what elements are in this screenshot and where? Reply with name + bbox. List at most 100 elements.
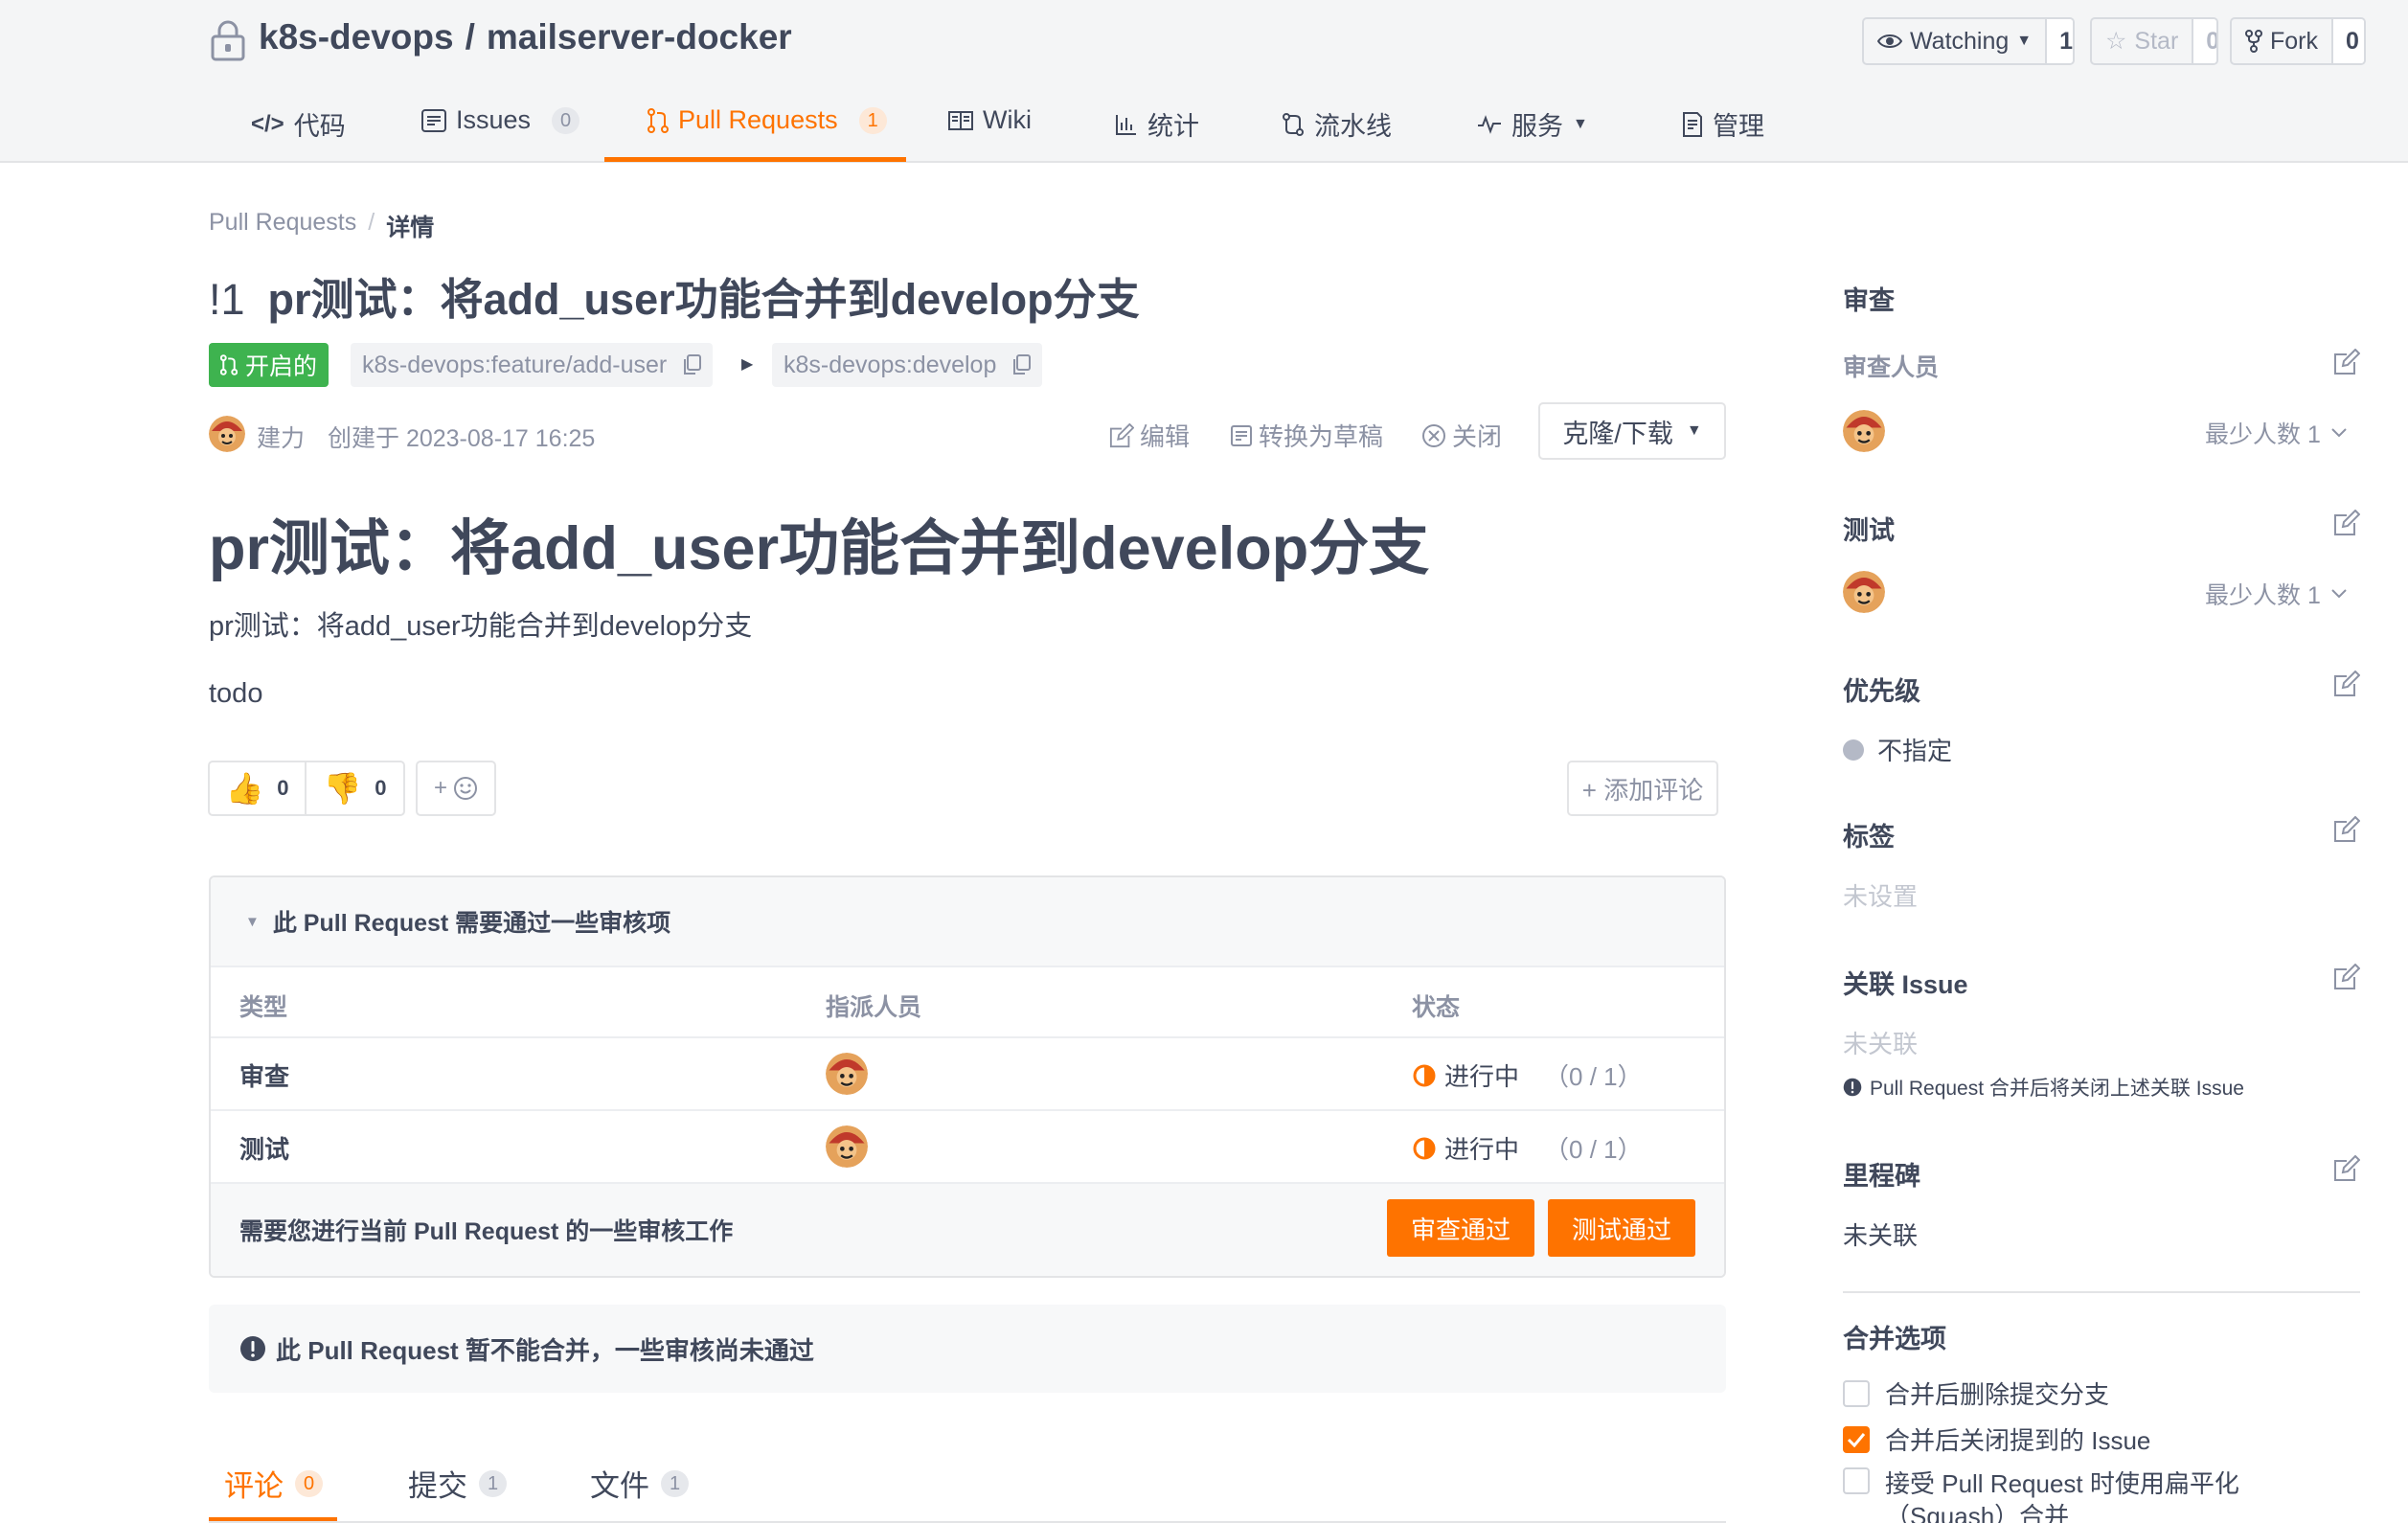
caret-down-icon: ▼ <box>1686 422 1702 439</box>
chevron-down-icon <box>2330 427 2348 439</box>
reviewer-avatar[interactable] <box>1843 410 1885 452</box>
code-icon: </> <box>251 110 284 137</box>
pr-number: !1 <box>209 275 245 324</box>
tab-commits[interactable]: 提交 1 <box>408 1462 508 1505</box>
breadcrumb: Pull Requests / 详情 <box>209 209 435 243</box>
pr-body-heading: pr测试：将add_user功能合并到develop分支 <box>209 515 1430 582</box>
tab-settings[interactable]: 管理 <box>1682 105 1764 143</box>
tab-files[interactable]: 文件 1 <box>590 1462 690 1505</box>
reviewers-label: 审查人员 <box>1843 354 1940 381</box>
issues-count-badge: 0 <box>552 106 580 134</box>
tab-comments[interactable]: 评论 0 <box>224 1462 324 1505</box>
edit-milestone-icon[interactable] <box>2333 1155 2360 1182</box>
priority-value: 不指定 <box>1843 732 1952 767</box>
pr-title: pr测试：将add_user功能合并到develop分支 <box>267 275 1140 324</box>
convert-draft-button[interactable]: 转换为草稿 <box>1230 418 1383 453</box>
exclamation-icon <box>239 1335 266 1362</box>
star-button[interactable]: ☆ Star 0 <box>2090 17 2218 65</box>
fork-button[interactable]: Fork 0 <box>2230 17 2366 65</box>
status-in-progress: 进行中 （0 / 1） <box>1412 1057 1643 1093</box>
book-icon <box>948 110 973 131</box>
reactions: 👍 0 👎 0 <box>208 761 405 816</box>
review-table-header: 类型 指派人员 状态 <box>211 967 1724 1038</box>
pr-body-text: pr测试：将add_user功能合并到develop分支 <box>209 611 753 642</box>
author-name[interactable]: 建力 <box>257 420 305 454</box>
tab-pull-requests[interactable]: Pull Requests 1 <box>647 105 887 135</box>
table-row: 测试 进行中 （0 / 1） <box>211 1111 1724 1184</box>
clone-download-button[interactable]: 克隆/下载 ▼ <box>1538 402 1726 460</box>
checkbox-unchecked[interactable] <box>1843 1467 1870 1494</box>
edit-testers-icon[interactable] <box>2333 510 2360 536</box>
repo-separator: / <box>465 17 475 57</box>
merge-option-close-issue[interactable]: 合并后关闭提到的 Issue <box>1843 1421 2150 1457</box>
edit-reviewers-icon[interactable] <box>2333 349 2360 375</box>
tab-services[interactable]: 服务 ▼ <box>1477 105 1588 143</box>
merge-option-squash[interactable]: 接受 Pull Request 时使用扁平化（Squash）合并 <box>1843 1467 2249 1523</box>
repo-owner-link[interactable]: k8s-devops <box>259 17 454 57</box>
draft-icon <box>1230 424 1253 447</box>
edit-icon <box>1109 422 1134 448</box>
tester-avatar[interactable] <box>1843 571 1885 613</box>
tab-stats[interactable]: 统计 <box>1115 105 1199 143</box>
page-title: !1 pr测试：将add_user功能合并到develop分支 <box>209 264 1140 327</box>
source-branch[interactable]: k8s-devops:feature/add-user <box>351 343 714 387</box>
lock-icon <box>209 19 247 61</box>
edit-priority-icon[interactable] <box>2333 671 2360 697</box>
sidebar-review-title: 审查 <box>1843 286 1895 315</box>
checkbox-unchecked[interactable] <box>1843 1379 1870 1407</box>
linked-issue-note: Pull Request 合并后将关闭上述关联 Issue <box>1843 1073 2244 1102</box>
tab-pipeline[interactable]: 流水线 <box>1282 105 1392 143</box>
approve-review-button[interactable]: 审查通过 <box>1387 1199 1534 1257</box>
caret-down-icon: ▼ <box>1573 115 1588 132</box>
review-box-header[interactable]: ▼ 此 Pull Request 需要通过一些审核项 <box>211 877 1724 967</box>
edit-button[interactable]: 编辑 <box>1109 418 1190 453</box>
close-circle-icon <box>1421 423 1446 448</box>
priority-dot-icon <box>1843 739 1864 761</box>
milestone-label: 里程碑 <box>1843 1162 1920 1191</box>
priority-label: 优先级 <box>1843 677 1920 706</box>
exclamation-icon <box>1843 1078 1862 1097</box>
breadcrumb-parent-link[interactable]: Pull Requests <box>209 209 356 243</box>
merge-option-delete-branch[interactable]: 合并后删除提交分支 <box>1843 1375 2109 1411</box>
test-label: 测试 <box>1843 516 1895 545</box>
edit-linked-issue-icon[interactable] <box>2333 964 2360 990</box>
tab-code[interactable]: </> 代码 <box>251 105 346 143</box>
progress-clock-icon <box>1412 1063 1437 1088</box>
watch-button[interactable]: Watching ▼ 1 <box>1862 17 2075 65</box>
repo-path: k8s-devops / mailserver-docker <box>259 17 792 57</box>
thumbs-down-button[interactable]: 👎 0 <box>307 762 403 814</box>
progress-clock-icon <box>1412 1136 1437 1161</box>
pull-request-icon <box>647 107 669 133</box>
watch-count: 1 <box>2045 19 2073 63</box>
assignee-avatar[interactable] <box>826 1125 868 1168</box>
tab-wiki[interactable]: Wiki <box>948 105 1032 135</box>
thumbs-up-button[interactable]: 👍 0 <box>210 762 307 814</box>
tags-value: 未设置 <box>1843 882 1919 911</box>
close-pr-button[interactable]: 关闭 <box>1421 418 1502 453</box>
table-row: 审查 进行中 （0 / 1） <box>211 1038 1724 1111</box>
arrow-right-icon: ▶ <box>741 356 754 373</box>
add-comment-button[interactable]: + 添加评论 <box>1567 761 1718 816</box>
thumbs-down-icon: 👎 <box>323 771 362 806</box>
copy-icon[interactable] <box>1011 354 1032 375</box>
status-in-progress: 进行中 （0 / 1） <box>1412 1130 1643 1166</box>
approve-test-button[interactable]: 测试通过 <box>1548 1199 1695 1257</box>
tab-issues[interactable]: Issues 0 <box>421 105 580 135</box>
smiley-icon <box>453 776 478 801</box>
checkbox-checked[interactable] <box>1843 1425 1870 1453</box>
issue-icon <box>421 108 446 132</box>
edit-tags-icon[interactable] <box>2333 816 2360 843</box>
linked-issue-value: 未关联 <box>1843 1030 1919 1058</box>
reviewers-min-select[interactable]: 最少人数 1 <box>2205 416 2348 450</box>
assignee-avatar[interactable] <box>826 1053 868 1095</box>
review-action-bar: 需要您进行当前 Pull Request 的一些审核工作 审查通过 测试通过 <box>211 1184 1724 1276</box>
pulse-icon <box>1477 114 1502 135</box>
add-reaction-button[interactable]: + <box>416 761 496 816</box>
eye-icon <box>1877 33 1902 50</box>
status-badge: 开启的 <box>209 343 329 387</box>
test-min-select[interactable]: 最少人数 1 <box>2205 577 2348 611</box>
repo-name-link[interactable]: mailserver-docker <box>487 17 792 57</box>
author-avatar[interactable] <box>209 416 245 452</box>
target-branch[interactable]: k8s-devops:develop <box>772 343 1043 387</box>
copy-icon[interactable] <box>682 354 702 375</box>
